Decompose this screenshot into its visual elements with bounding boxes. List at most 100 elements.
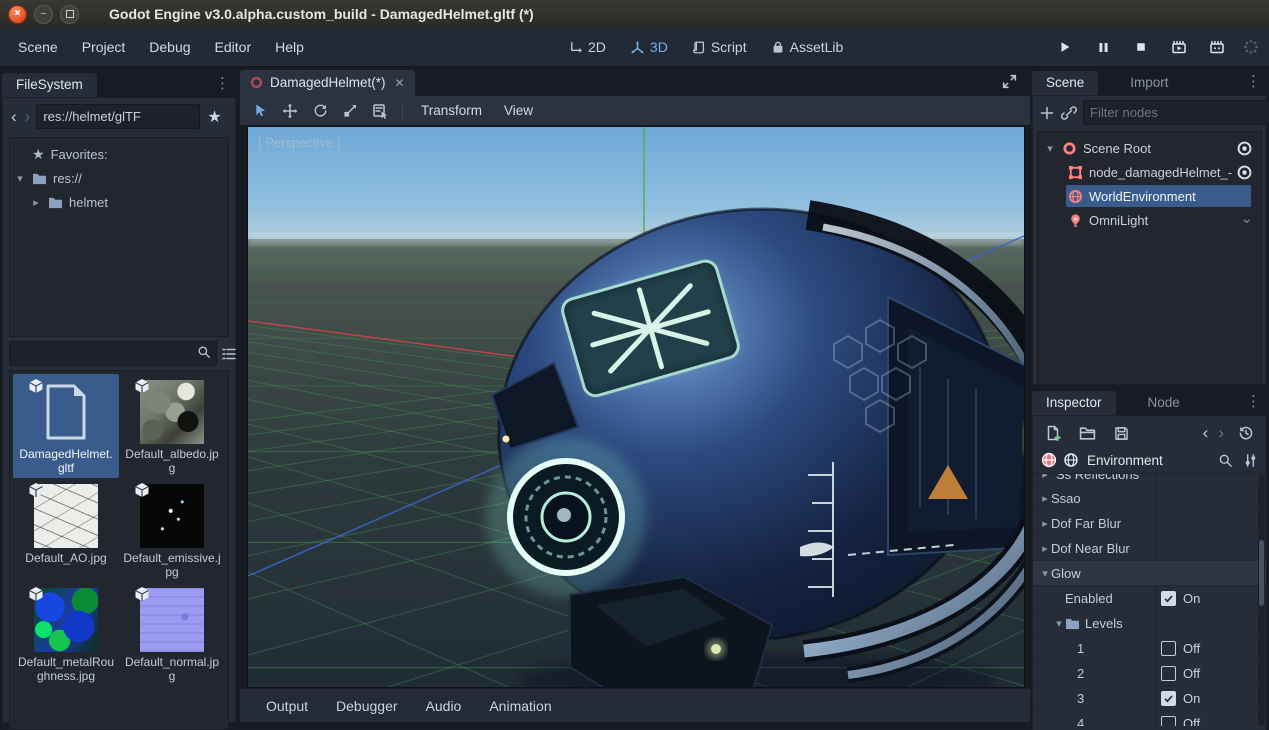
node-row-omnilight[interactable]: OmniLight ⌄ <box>1038 208 1261 232</box>
scene-tab-damagedhelmet[interactable]: DamagedHelmet(*) ✕ <box>240 70 415 96</box>
node-row-damagedhelmet[interactable]: node_damagedHelmet_- <box>1038 160 1261 184</box>
tools-sliders-icon[interactable] <box>1243 453 1258 468</box>
checkbox-checked-icon[interactable] <box>1161 591 1176 606</box>
file-tile-emissive[interactable]: Default_emissive.jpg <box>119 478 225 582</box>
property-row-level-2[interactable]: 2 Off <box>1033 660 1266 685</box>
menu-scene[interactable]: Scene <box>6 28 70 66</box>
menu-editor[interactable]: Editor <box>203 28 264 66</box>
instance-scene-icon[interactable] <box>1061 101 1077 125</box>
menu-project[interactable]: Project <box>70 28 138 66</box>
fold-closed-icon[interactable]: ▸ <box>30 196 42 209</box>
property-row-level-4[interactable]: 4 Off <box>1033 710 1266 726</box>
inspector-dock-menu-icon[interactable]: ⋮ <box>1246 392 1261 410</box>
save-resource-icon[interactable] <box>1109 421 1133 445</box>
history-back-icon[interactable]: ‹ <box>1203 423 1209 443</box>
window-minimize-button[interactable]: – <box>34 5 53 24</box>
tab-output[interactable]: Output <box>254 698 320 714</box>
scale-tool-icon[interactable] <box>338 99 362 123</box>
fold-closed-icon[interactable]: ▸ <box>1039 542 1051 555</box>
node-row-worldenvironment[interactable]: WorldEnvironment <box>1038 184 1261 208</box>
filesystem-path-input[interactable] <box>36 104 200 129</box>
tree-item-favorites[interactable]: ★ Favorites: <box>10 142 228 166</box>
tab-scene[interactable]: Scene <box>1032 71 1098 95</box>
node-row-scene-root[interactable]: ▾ Scene Root <box>1038 136 1261 160</box>
stop-button[interactable] <box>1129 35 1153 59</box>
object-history-icon[interactable] <box>1234 421 1258 445</box>
file-tile-damagedhelmet[interactable]: DamagedHelmet.gltf <box>13 374 119 478</box>
select-tool-icon[interactable] <box>248 99 272 123</box>
window-maximize-button[interactable] <box>60 5 79 24</box>
filesystem-menu-icon[interactable]: ⋮ <box>215 74 230 92</box>
property-row-ssao[interactable]: ▸ Ssao <box>1033 485 1266 510</box>
workspace-script-button[interactable]: Script <box>684 39 755 55</box>
tab-audio[interactable]: Audio <box>414 698 474 714</box>
window-close-button[interactable]: × <box>8 5 27 24</box>
property-row-level-1[interactable]: 1 Off <box>1033 635 1266 660</box>
filter-nodes-input[interactable] <box>1083 100 1269 125</box>
list-select-tool-icon[interactable] <box>368 99 392 123</box>
play-button[interactable] <box>1053 35 1077 59</box>
property-row-dof-near-blur[interactable]: ▸ Dof Near Blur <box>1033 535 1266 560</box>
checkbox-unchecked-icon[interactable] <box>1161 641 1176 656</box>
property-row-levels[interactable]: ▾ Levels <box>1033 610 1266 635</box>
inspector-scrollbar[interactable] <box>1258 474 1265 726</box>
workspace-3d-button[interactable]: 3D <box>622 39 676 55</box>
pause-button[interactable] <box>1091 35 1115 59</box>
list-view-toggle-icon[interactable] <box>221 342 237 366</box>
tab-inspector[interactable]: Inspector <box>1032 391 1116 415</box>
property-row-ss-reflections[interactable]: ▸ Ss Reflections <box>1033 474 1266 485</box>
play-custom-scene-button[interactable] <box>1205 35 1229 59</box>
checkbox-unchecked-icon[interactable] <box>1161 716 1176 727</box>
favorite-star-icon[interactable]: ★ <box>207 107 221 127</box>
rotate-tool-icon[interactable] <box>308 99 332 123</box>
fold-open-icon[interactable]: ▾ <box>1044 142 1056 155</box>
load-resource-folder-icon[interactable] <box>1075 421 1099 445</box>
filesystem-search-input[interactable] <box>9 341 217 366</box>
nav-back-icon[interactable]: ‹ <box>9 107 19 127</box>
tab-close-icon[interactable]: ✕ <box>395 76 405 90</box>
file-tile-normal[interactable]: Default_normal.jpg <box>119 582 225 686</box>
file-tile-ao[interactable]: Default_AO.jpg <box>13 478 119 582</box>
move-tool-icon[interactable] <box>278 99 302 123</box>
tree-item-res[interactable]: ▾ res:// <box>10 166 228 190</box>
visibility-eye-icon[interactable] <box>1236 164 1253 181</box>
tab-import[interactable]: Import <box>1116 71 1182 95</box>
file-tile-metalroughness[interactable]: Default_metalRoughness.jpg <box>13 582 119 686</box>
perspective-label[interactable]: [ Perspective ] <box>258 135 340 150</box>
property-row-glow[interactable]: ▾ Glow <box>1033 560 1266 585</box>
fold-closed-icon[interactable]: ▸ <box>1039 492 1051 505</box>
workspace-2d-button[interactable]: 2D <box>560 39 614 55</box>
visibility-eye-icon[interactable] <box>1236 140 1253 157</box>
fold-open-icon[interactable]: ▾ <box>1039 567 1051 580</box>
fold-open-icon[interactable]: ▾ <box>14 172 26 185</box>
viewport-3d[interactable]: [ Perspective ] <box>247 126 1025 688</box>
tab-animation[interactable]: Animation <box>477 698 563 714</box>
transform-menu[interactable]: Transform <box>413 103 490 118</box>
nav-forward-icon[interactable]: › <box>23 107 33 127</box>
scene-dock-menu-icon[interactable]: ⋮ <box>1246 72 1261 90</box>
add-node-icon[interactable] <box>1039 101 1055 125</box>
file-tile-albedo[interactable]: Default_albedo.jpg <box>119 374 225 478</box>
fold-closed-icon[interactable]: ▸ <box>1039 517 1051 530</box>
tab-node[interactable]: Node <box>1134 391 1194 415</box>
history-forward-icon[interactable]: › <box>1218 423 1224 443</box>
property-row-level-3[interactable]: 3 On <box>1033 685 1266 710</box>
checkbox-checked-icon[interactable] <box>1161 691 1176 706</box>
new-resource-icon[interactable] <box>1041 421 1065 445</box>
menu-help[interactable]: Help <box>263 28 316 66</box>
play-scene-button[interactable] <box>1167 35 1191 59</box>
search-property-icon[interactable] <box>1218 453 1233 468</box>
tab-debugger[interactable]: Debugger <box>324 698 410 714</box>
property-row-dof-far-blur[interactable]: ▸ Dof Far Blur <box>1033 510 1266 535</box>
menu-debug[interactable]: Debug <box>137 28 202 66</box>
distraction-free-icon[interactable] <box>1001 73 1018 90</box>
edited-resource-row[interactable]: Environment <box>1033 449 1266 474</box>
tree-item-helmet[interactable]: ▸ helmet <box>10 190 228 214</box>
property-row-glow-enabled[interactable]: Enabled On <box>1033 585 1266 610</box>
tab-filesystem[interactable]: FileSystem <box>2 73 97 97</box>
scrollbar-thumb[interactable] <box>1259 540 1264 606</box>
fold-open-icon[interactable]: ▾ <box>1053 617 1065 630</box>
checkbox-unchecked-icon[interactable] <box>1161 666 1176 681</box>
workspace-assetlib-button[interactable]: AssetLib <box>763 39 852 55</box>
view-menu[interactable]: View <box>496 103 541 118</box>
